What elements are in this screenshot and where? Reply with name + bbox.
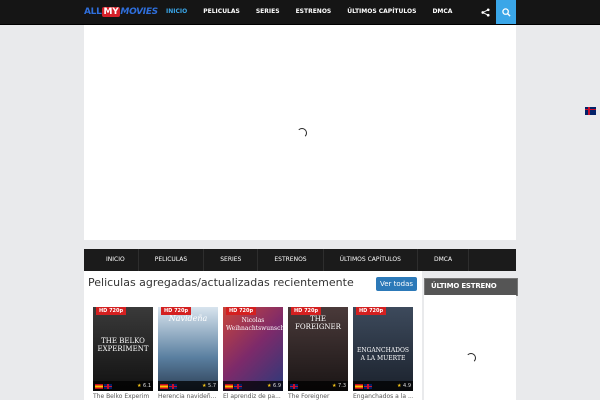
share-icon — [480, 7, 490, 17]
main-nav-peliculas[interactable]: PELICULAS — [139, 249, 205, 271]
rating-value: 4.9 — [403, 383, 411, 389]
movie-card[interactable]: Nicolas Weihnachtswunsch HD 720p ★ 6.9 E… — [223, 307, 283, 400]
latest-release-widget[interactable] — [424, 295, 516, 400]
movie-poster[interactable]: THE FOREIGNER HD 720p ★ 7.3 — [288, 307, 348, 391]
rating-value: 7.3 — [338, 383, 346, 389]
movie-meta: ★ 7.3 — [288, 381, 348, 391]
movie-list: THE BELKO EXPERIMENT HD 720p ★ 6.1 The B… — [93, 307, 413, 400]
site-logo[interactable]: ALL MY MOVIES — [84, 5, 158, 19]
movie-rating: ★ 4.9 — [397, 383, 413, 389]
main-nav-series[interactable]: SERIES — [204, 249, 259, 271]
rating-value: 6.9 — [273, 383, 281, 389]
poster-text: Nicolas Weihnachtswunsch — [226, 317, 283, 332]
poster-text: Navideña — [168, 314, 208, 323]
movie-title[interactable]: Enganchados a la ... — [353, 393, 413, 400]
spain-flag-icon — [355, 383, 363, 389]
rating-value: 5.7 — [208, 383, 216, 389]
star-icon: ★ — [266, 383, 272, 389]
quality-badge: HD 720p — [96, 307, 127, 315]
top-nav-series[interactable]: SERIES — [248, 0, 288, 24]
movie-title[interactable]: The Foreigner — [288, 393, 348, 400]
movie-poster[interactable]: THE BELKO EXPERIMENT HD 720p ★ 6.1 — [93, 307, 153, 391]
movie-title[interactable]: Herencia navideñ... — [158, 393, 218, 400]
uk-flag-icon — [104, 383, 112, 389]
recent-movies-section: Peliculas agregadas/actualizadas recient… — [84, 271, 422, 400]
movie-card[interactable]: THE FOREIGNER HD 720p ★ 7.3 The Foreigne… — [288, 307, 348, 400]
loading-spinner-icon — [297, 128, 307, 138]
movie-poster[interactable]: ENGANCHADOS A LA MUERTE HD 720p ★ 4.9 — [353, 307, 413, 391]
uk-flag-icon — [364, 383, 372, 389]
view-all-button[interactable]: Ver todas — [376, 277, 417, 291]
poster-text: ENGANCHADOS A LA MUERTE — [356, 347, 409, 362]
movie-title[interactable]: El aprendiz de pa... — [223, 393, 283, 400]
uk-flag-icon — [585, 107, 596, 115]
movie-meta: ★ 5.7 — [158, 381, 218, 391]
main-nav: INICIO PELICULAS SERIES ESTRENOS ÚLTIMOS… — [84, 249, 516, 271]
star-icon: ★ — [201, 383, 207, 389]
star-icon: ★ — [331, 383, 337, 389]
movie-poster[interactable]: Nicolas Weihnachtswunsch HD 720p ★ 6.9 — [223, 307, 283, 391]
spain-flag-icon — [225, 383, 233, 389]
share-button[interactable] — [474, 0, 496, 24]
movie-card[interactable]: THE BELKO EXPERIMENT HD 720p ★ 6.1 The B… — [93, 307, 153, 400]
top-nav-estrenos[interactable]: ESTRENOS — [288, 0, 340, 24]
movie-rating: ★ 5.7 — [202, 383, 218, 389]
latest-release-header: ÚLTIMO ESTRENO — [424, 278, 518, 296]
logo-all: ALL — [84, 7, 102, 17]
star-icon: ★ — [136, 383, 142, 389]
loading-spinner-icon — [466, 353, 476, 363]
search-icon — [501, 7, 511, 17]
movie-title[interactable]: The Belko Experim — [93, 393, 153, 400]
movie-rating: ★ 6.1 — [137, 383, 153, 389]
search-button[interactable] — [496, 0, 516, 24]
top-nav-ultimos-capitulos[interactable]: ÚLTIMOS CAPÍTULOS — [339, 0, 424, 24]
rating-value: 6.1 — [143, 383, 151, 389]
main-nav-estrenos[interactable]: ESTRENOS — [258, 249, 324, 271]
spain-flag-icon — [95, 383, 103, 389]
top-nav-dmca[interactable]: DMCA — [424, 0, 460, 24]
spain-flag-icon — [160, 383, 168, 389]
movie-rating: ★ 7.3 — [332, 383, 348, 389]
main-nav-dmca[interactable]: DMCA — [418, 249, 470, 271]
top-bar: ALL MY MOVIES INICIO PELICULAS SERIES ESTR… — [0, 0, 600, 25]
quality-badge: HD 720p — [291, 307, 322, 315]
top-nav-peliculas[interactable]: PELICULAS — [195, 0, 248, 24]
movie-meta: ★ 6.9 — [223, 381, 283, 391]
top-nav-inicio[interactable]: INICIO — [158, 0, 195, 24]
star-icon: ★ — [396, 383, 402, 389]
movie-meta: ★ 4.9 — [353, 381, 413, 391]
movie-card[interactable]: ENGANCHADOS A LA MUERTE HD 720p ★ 4.9 En… — [353, 307, 413, 400]
uk-flag-icon — [290, 383, 298, 389]
top-nav: INICIO PELICULAS SERIES ESTRENOS ÚLTIMOS… — [158, 0, 460, 24]
video-player-area[interactable] — [84, 25, 516, 240]
poster-text: THE FOREIGNER — [295, 315, 341, 331]
language-flag-icon[interactable] — [585, 107, 596, 115]
logo-movies: MOVIES — [120, 7, 158, 17]
main-nav-ultimos-capitulos[interactable]: ÚLTIMOS CAPÍTULOS — [324, 249, 418, 271]
movie-meta: ★ 6.1 — [93, 381, 153, 391]
movie-rating: ★ 6.9 — [267, 383, 283, 389]
poster-text: THE BELKO EXPERIMENT — [97, 337, 149, 353]
main-nav-inicio[interactable]: INICIO — [84, 249, 139, 271]
section-title: Peliculas agregadas/actualizadas recient… — [88, 276, 354, 289]
uk-flag-icon — [169, 383, 177, 389]
quality-badge: HD 720p — [356, 307, 387, 315]
latest-release-title: ÚLTIMO ESTRENO — [431, 282, 497, 290]
movie-poster[interactable]: Navideña HD 720p ★ 5.7 — [158, 307, 218, 391]
logo-my: MY — [101, 7, 121, 17]
quality-badge: HD 720p — [161, 307, 192, 315]
movie-card[interactable]: Navideña HD 720p ★ 5.7 Herencia navideñ.… — [158, 307, 218, 400]
uk-flag-icon — [234, 383, 242, 389]
quality-badge: HD 720p — [226, 307, 257, 315]
